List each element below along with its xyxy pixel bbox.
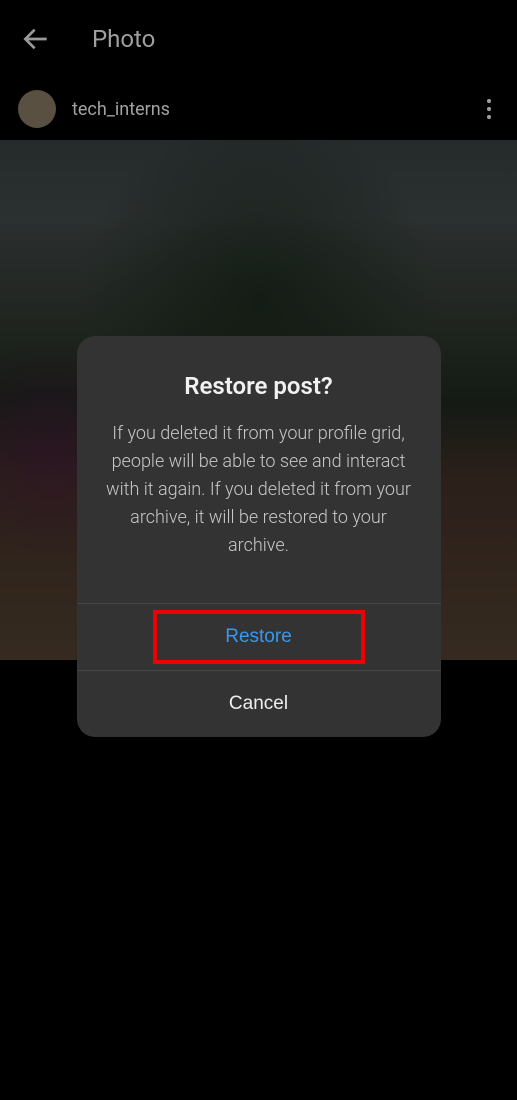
modal-backdrop: Restore post? If you deleted it from you… [0,0,517,1100]
restore-button[interactable]: Restore [77,604,441,670]
dialog-body: If you deleted it from your profile grid… [101,420,417,559]
dialog-title: Restore post? [101,372,417,400]
restore-dialog: Restore post? If you deleted it from you… [77,336,441,737]
cancel-button[interactable]: Cancel [77,671,441,737]
dialog-content: Restore post? If you deleted it from you… [77,336,441,603]
